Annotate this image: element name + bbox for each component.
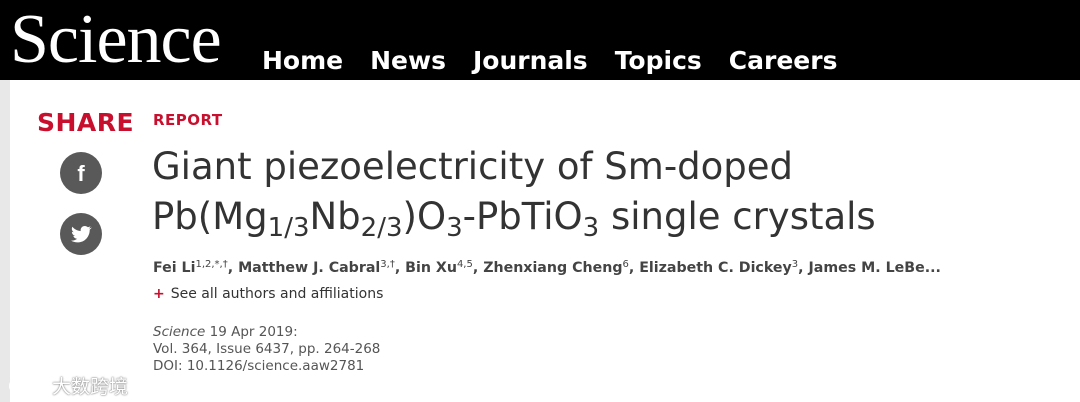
see-all-label: See all authors and affiliations — [170, 286, 384, 302]
nav-topics[interactable]: Topics — [615, 44, 702, 78]
twitter-icon — [70, 225, 92, 243]
watermark: 大数跨境 — [8, 372, 128, 399]
facebook-share-button[interactable]: f — [60, 152, 102, 194]
citation-line-1: Science 19 Apr 2019: — [153, 324, 380, 341]
share-label: SHARE — [37, 108, 135, 137]
top-navigation-bar: Science Home News Journals Topics Career… — [0, 0, 1080, 80]
see-all-authors-link[interactable]: + See all authors and affiliations — [153, 286, 383, 302]
doi-link[interactable]: DOI: 10.1126/science.aaw2781 — [153, 358, 380, 375]
author-link[interactable]: Fei Li1,2,*,† — [153, 260, 228, 276]
volume-info: Vol. 364, Issue 6437, pp. 264-268 — [153, 341, 381, 357]
author-list: Fei Li1,2,*,†, Matthew J. Cabral3,†, Bin… — [153, 260, 941, 276]
publication-date: 19 Apr 2019: — [205, 324, 298, 340]
watermark-logo-icon — [9, 376, 47, 394]
citation-block: Science 19 Apr 2019: Vol. 364, Issue 643… — [153, 324, 380, 375]
article-type-label: REPORT — [153, 111, 223, 129]
article-title: Giant piezoelectricity of Sm-doped Pb(Mg… — [152, 142, 876, 242]
main-nav: Home News Journals Topics Careers — [262, 44, 864, 78]
twitter-share-button[interactable] — [60, 213, 102, 255]
author-link[interactable]: Zhenxiang Cheng6 — [483, 260, 629, 276]
science-logo[interactable]: Science — [10, 0, 222, 80]
author-link[interactable]: Bin Xu4,5 — [405, 260, 473, 276]
nav-journals[interactable]: Journals — [473, 44, 588, 78]
author-link[interactable]: Elizabeth C. Dickey3 — [639, 260, 798, 276]
title-line-2: Pb(Mg1/3Nb2/3)O3-PbTiO3 single crystals — [152, 195, 876, 243]
watermark-text: 大数跨境 — [52, 376, 129, 398]
expand-plus-icon: + — [153, 286, 165, 302]
author-link[interactable]: Matthew J. Cabral3,† — [238, 260, 395, 276]
nav-careers[interactable]: Careers — [729, 44, 838, 78]
journal-name: Science — [153, 324, 206, 340]
nav-news[interactable]: News — [370, 44, 446, 78]
left-margin-strip — [0, 80, 10, 402]
svg-text:f: f — [77, 161, 85, 186]
author-link[interactable]: James M. LeBe... — [809, 260, 941, 276]
title-line-1: Giant piezoelectricity of Sm-doped — [152, 145, 794, 188]
facebook-icon: f — [77, 161, 85, 186]
nav-home[interactable]: Home — [262, 44, 343, 78]
